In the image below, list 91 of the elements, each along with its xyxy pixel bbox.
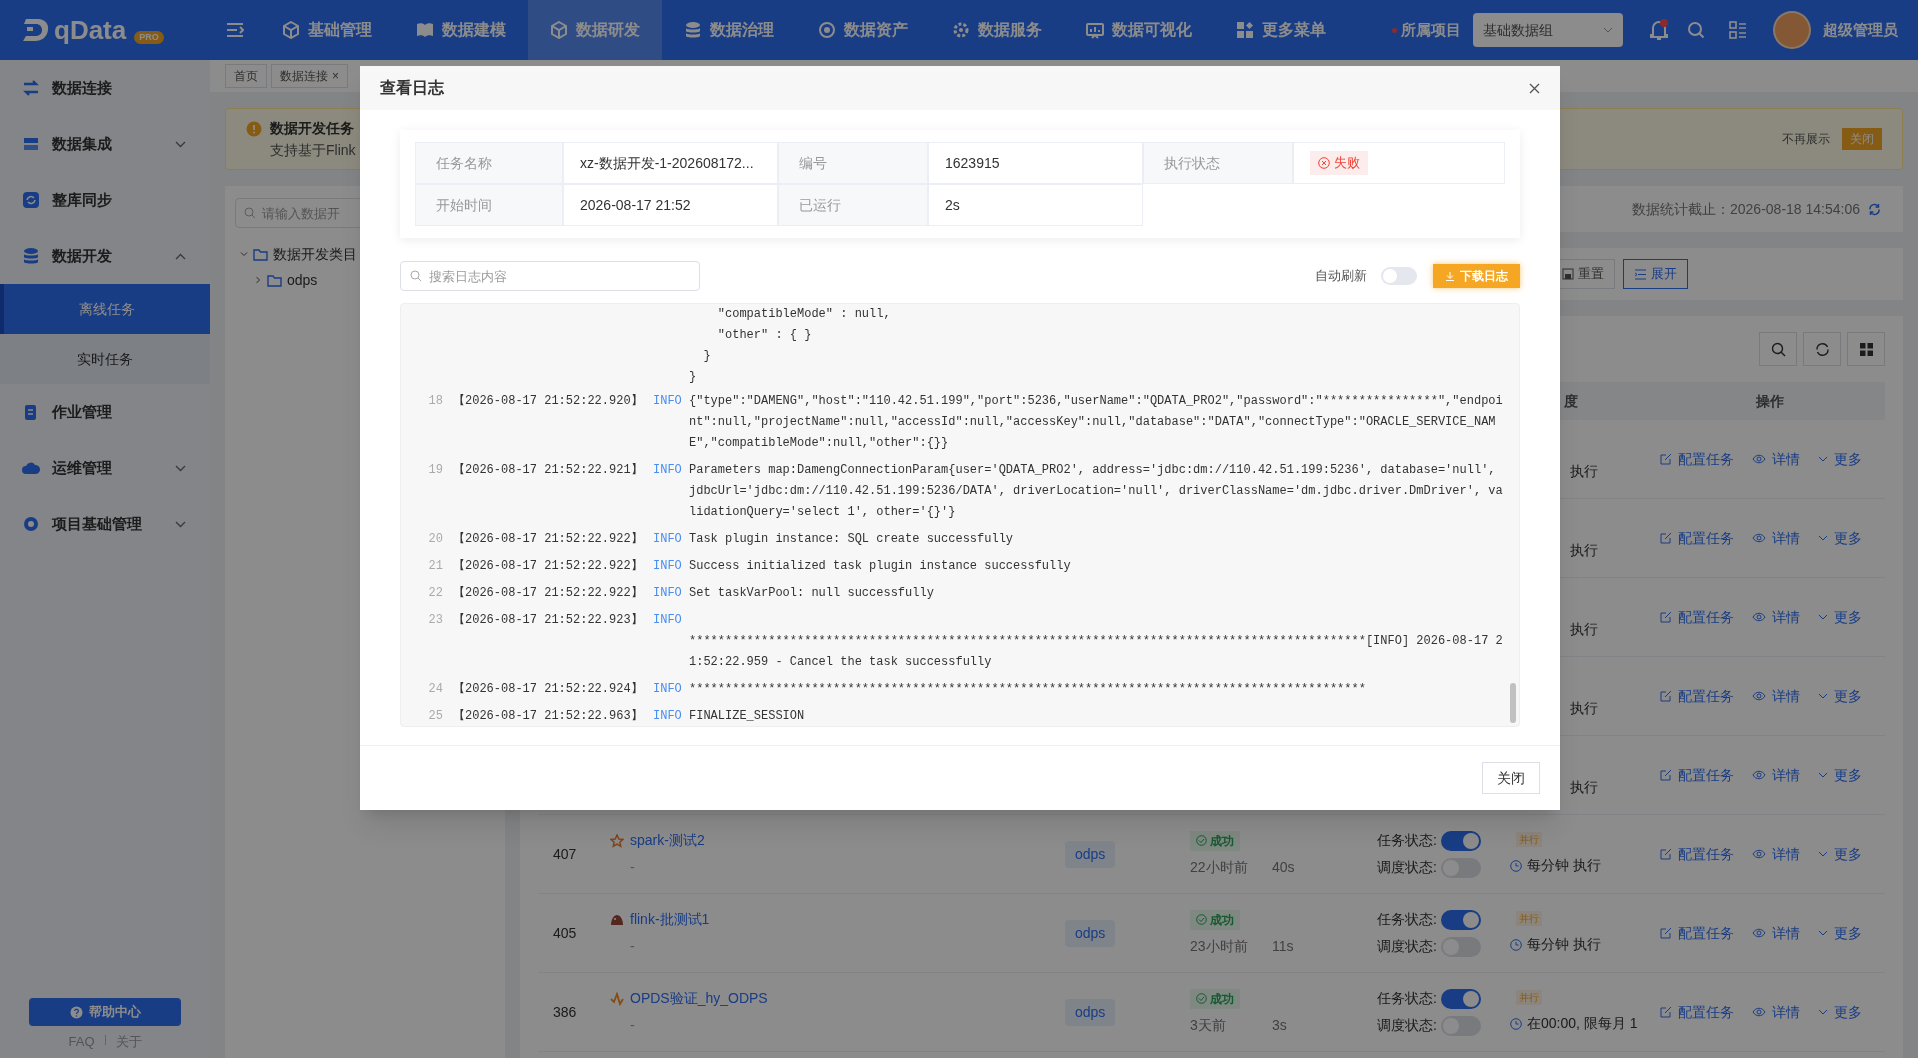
log-timestamp: 【2026-08-17 21:52:22.923】 <box>453 612 644 629</box>
line-number: 19 <box>427 462 443 479</box>
logo-badge: PRO <box>134 30 164 44</box>
info-label: 编号 <box>799 153 827 173</box>
mode-tag: 并行 <box>1516 990 1542 1005</box>
log-message: Set taskVarPool: null successfully <box>689 585 935 602</box>
line-number: 22 <box>427 585 443 602</box>
status-tag: 失败 <box>1310 151 1368 175</box>
log-message: Parameters map:DamengConnectionParam{user='QDATA_PRO2', address='jdbc:dm://110.42.51.199:5236', database='null', jdbcUrl='jdbc:dm://110.42.51.199:5236/DATA', driverLocation='null', driverClassName='dm.jdbc.driver.DmDriver', validationQuery='select 1', other='{}'} <box>689 462 1503 521</box>
switch-label: 调度状态: <box>1377 937 1437 956</box>
type-tag: odps <box>1065 840 1116 868</box>
task-description: - <box>629 937 636 956</box>
status-tag: 成功 <box>1190 988 1240 1009</box>
log-timestamp: 【2026-08-17 21:52:22.922】 <box>453 558 644 575</box>
info-label: 已运行 <box>799 195 841 215</box>
log-message: {"type":"DAMENG","host":"110.42.51.199","port":5236,"userName":"QDATA_PRO2","password":"****************","endpoint":null,"projectName":null,"accessId":null,"accessKey":null,"database":"DATA","connectType":"ORACLE_SERVICE_NAME","compatibleMode":null,"other":{}} <box>689 393 1503 452</box>
info-value: 2s <box>945 195 960 215</box>
column-header: 操作 <box>1756 392 1784 409</box>
schedule-text: 每分钟 执行 <box>1510 855 1601 876</box>
log-level: INFO <box>653 558 683 575</box>
log-level: INFO <box>653 531 683 548</box>
switch-label: 任务状态: <box>1377 989 1437 1008</box>
log-message: Success initialized task plugin instance successfully <box>689 558 1072 575</box>
log-message: **********************************************************************************************[INFO] 2026-08-17 21:52:22.959 - Cancel the task successfully <box>689 633 1503 671</box>
log-timestamp: 【2026-08-17 21:52:22.922】 <box>453 585 644 602</box>
run-duration: 40s <box>1272 857 1295 877</box>
log-level: INFO <box>653 612 683 629</box>
notice-title: 数据开发任务 <box>270 119 355 138</box>
schedule-text: 执行 <box>1570 699 1598 718</box>
type-tag: odps <box>1065 919 1116 947</box>
line-number: 25 <box>427 708 443 725</box>
type-tag: odps <box>1065 998 1116 1026</box>
log-message: Task plugin instance: SQL create successfully <box>689 531 1015 548</box>
schedule-text: 执行 <box>1570 620 1598 639</box>
schedule-text: 执行 <box>1570 778 1598 797</box>
line-number: 24 <box>427 681 443 698</box>
line-number: 21 <box>427 558 443 575</box>
log-timestamp: 【2026-08-17 21:52:22.921】 <box>453 462 644 479</box>
log-level: INFO <box>653 708 683 725</box>
log-timestamp: 【2026-08-17 21:52:22.924】 <box>453 681 644 698</box>
info-value: xz-数据开发-1-202608172... <box>580 153 754 173</box>
info-label: 任务名称 <box>436 153 492 173</box>
log-timestamp: 【2026-08-17 21:52:22.922】 <box>453 531 644 548</box>
switch-label: 任务状态: <box>1377 910 1437 929</box>
task-description: - <box>629 858 636 877</box>
line-number: 18 <box>427 393 443 410</box>
logo-text: qData <box>54 17 127 43</box>
notice-text: 支持基于Flink <box>270 141 356 160</box>
mode-tag: 并行 <box>1516 911 1542 926</box>
log-text: } <box>702 349 711 363</box>
log-message: ********************************************************************************************** <box>689 681 1367 698</box>
schedule-text: 在00:00, 限每月 1 <box>1510 1013 1638 1034</box>
run-duration: 11s <box>1272 936 1294 956</box>
switch-label: 调度状态: <box>1377 858 1437 877</box>
project-label: 所属项目 <box>1401 19 1461 40</box>
column-header: 度 <box>1564 392 1578 409</box>
schedule-text: 执行 <box>1570 541 1598 560</box>
auto-refresh-label: 自动刷新 <box>1315 267 1367 286</box>
status-tag: 成功 <box>1190 909 1240 930</box>
dialog-title: 查看日志 <box>380 78 444 98</box>
mode-tag: 并行 <box>1516 832 1542 847</box>
log-text: "other" : { } <box>716 328 812 342</box>
schedule-text: 每分钟 执行 <box>1510 934 1601 955</box>
table-cell-text: 407 <box>553 844 577 864</box>
last-run-time: 22小时前 <box>1190 857 1249 877</box>
info-value: 2026-08-17 21:52 <box>580 195 691 215</box>
log-level: INFO <box>653 585 683 602</box>
status-tag: 成功 <box>1190 830 1240 851</box>
log-timestamp: 【2026-08-17 21:52:22.963】 <box>453 708 644 725</box>
log-level: INFO <box>653 681 683 698</box>
log-level: INFO <box>653 462 683 479</box>
switch-label: 调度状态: <box>1377 1016 1437 1035</box>
log-text: } <box>689 370 697 384</box>
log-level: INFO <box>653 393 683 410</box>
last-run-time: 23小时前 <box>1190 936 1249 956</box>
info-label: 执行状态 <box>1164 153 1220 173</box>
log-timestamp: 【2026-08-17 21:52:22.920】 <box>453 393 644 410</box>
stats-text: 数据统计截止：2026-08-18 14:54:06 <box>1632 199 1860 219</box>
switch-label: 任务状态: <box>1377 831 1437 850</box>
info-label: 开始时间 <box>436 195 492 215</box>
schedule-text: 执行 <box>1570 462 1598 481</box>
info-value: 1623915 <box>945 153 1000 173</box>
line-number: 20 <box>427 531 443 548</box>
run-duration: 3s <box>1272 1015 1287 1035</box>
task-description: - <box>629 1016 636 1035</box>
last-run-time: 3天前 <box>1190 1015 1227 1035</box>
log-message: FINALIZE_SESSION <box>689 708 806 725</box>
table-cell-text: 386 <box>553 1002 577 1022</box>
table-cell-text: 405 <box>553 923 577 943</box>
log-text: "compatibleMode" : null, <box>716 307 891 321</box>
line-number: 23 <box>427 612 443 629</box>
